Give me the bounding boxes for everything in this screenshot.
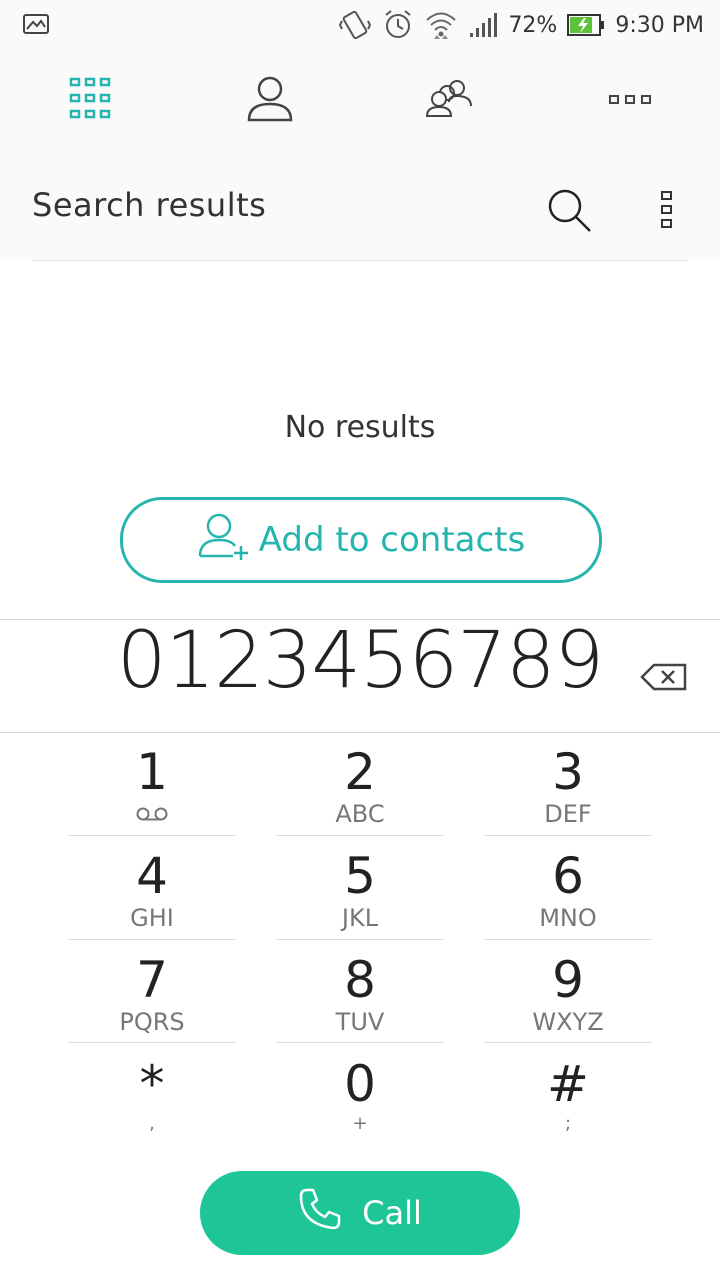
key-digit: 5 [344, 847, 376, 905]
dial-key-7[interactable]: 7 PQRS [68, 940, 236, 1044]
key-letters: , [149, 1113, 155, 1134]
key-letters: MNO [539, 904, 597, 932]
key-letters: WXYZ [532, 1008, 604, 1036]
tab-bar [0, 50, 720, 150]
alarm-icon [382, 9, 414, 41]
dial-key-4[interactable]: 4 GHI [68, 836, 236, 940]
key-digit: # [547, 1055, 589, 1113]
status-bar: 72% 9:30 PM [0, 0, 720, 50]
dial-key-3[interactable]: 3 DEF [484, 732, 652, 836]
key-digit: 4 [136, 847, 168, 905]
tab-groups[interactable] [420, 72, 480, 128]
add-person-icon [197, 512, 251, 569]
dial-key-1[interactable]: 1 [68, 732, 236, 836]
tab-dialpad[interactable] [60, 72, 120, 128]
battery-charging-icon [567, 13, 605, 37]
backspace-button[interactable] [640, 662, 688, 696]
dial-key-5[interactable]: 5 JKL [276, 836, 444, 940]
key-letters: + [352, 1113, 368, 1134]
dialer-screen: 72% 9:30 PM Search results No results Ad… [0, 0, 720, 1280]
more-vertical-icon [660, 191, 674, 234]
dial-key-0[interactable]: 0 + [276, 1044, 444, 1148]
gallery-notification-icon [22, 12, 50, 40]
person-icon [246, 74, 294, 126]
search-header: Search results [0, 150, 720, 260]
key-digit: 8 [344, 951, 376, 1009]
tab-contacts[interactable] [240, 72, 300, 128]
dialed-number: 0123456789 [116, 616, 604, 706]
key-letters: JKL [341, 904, 379, 932]
search-button[interactable] [545, 186, 593, 238]
key-digit: 7 [136, 951, 168, 1009]
add-to-contacts-label: Add to contacts [258, 520, 526, 560]
vibrate-icon [338, 9, 372, 41]
number-display: 0123456789 [0, 616, 720, 733]
page-title: Search results [32, 186, 267, 224]
key-digit: 3 [552, 743, 584, 801]
key-digit: 0 [344, 1055, 376, 1113]
signal-icon [468, 11, 498, 39]
call-button[interactable]: Call [200, 1171, 520, 1255]
dial-key-hash[interactable]: # ; [484, 1044, 652, 1148]
more-horizontal-icon [609, 91, 651, 110]
backspace-icon [640, 663, 688, 696]
dial-key-2[interactable]: 2 ABC [276, 732, 444, 836]
key-digit: * [139, 1055, 165, 1113]
tab-more[interactable] [600, 72, 660, 128]
key-letters: GHI [130, 904, 174, 932]
search-icon [545, 189, 593, 238]
key-letters: ABC [335, 800, 385, 828]
dial-key-6[interactable]: 6 MNO [484, 836, 652, 940]
key-divider [68, 1042, 236, 1043]
key-digit: 6 [552, 847, 584, 905]
battery-percent: 72% [508, 12, 558, 38]
wifi-icon [424, 9, 458, 41]
key-digit: 9 [552, 951, 584, 1009]
dial-key-star[interactable]: * , [68, 1044, 236, 1148]
overflow-menu-button[interactable] [660, 190, 674, 234]
key-divider [484, 1042, 652, 1043]
key-letters: TUV [335, 1008, 385, 1036]
add-to-contacts-button[interactable]: Add to contacts [120, 497, 602, 583]
key-letters: PQRS [119, 1008, 185, 1036]
dial-key-9[interactable]: 9 WXYZ [484, 940, 652, 1044]
key-digit: 2 [344, 743, 376, 801]
dialpad-grid-icon [69, 77, 111, 123]
no-results-text: No results [284, 410, 436, 445]
people-group-icon [425, 78, 475, 122]
dial-key-8[interactable]: 8 TUV [276, 940, 444, 1044]
call-label: Call [362, 1194, 422, 1232]
phone-icon [298, 1187, 342, 1239]
voicemail-icon [68, 800, 236, 828]
key-letters: ; [564, 1113, 572, 1134]
key-letters: DEF [544, 800, 592, 828]
key-digit: 1 [136, 743, 168, 801]
clock-time: 9:30 PM [615, 12, 704, 38]
key-divider [276, 1042, 444, 1043]
divider [32, 260, 688, 261]
